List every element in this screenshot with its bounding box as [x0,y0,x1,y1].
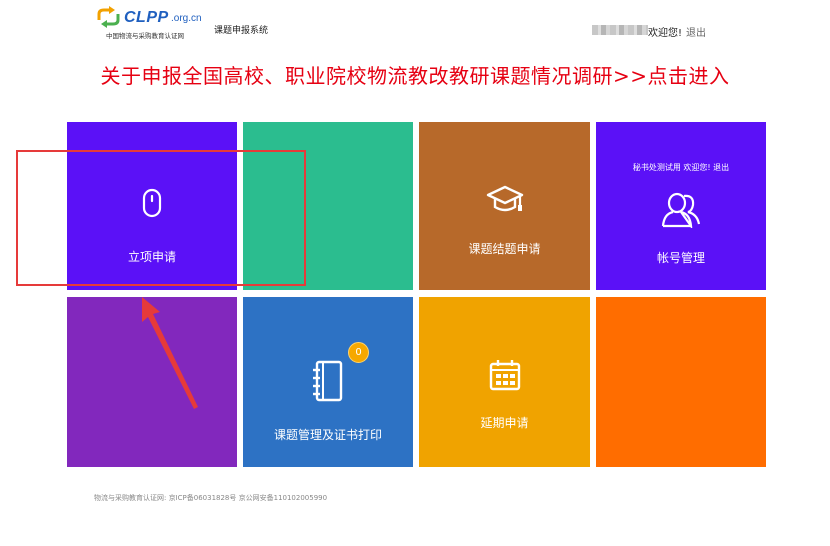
logo-name: CLPP [124,9,169,26]
tile-empty-green[interactable] [243,122,413,290]
tile-label: 课题管理及证书打印 [273,428,382,442]
recycle-arrows-icon [97,6,120,28]
logo-subtitle: 中国物流与采购教育认证网 [106,32,184,40]
notebook-icon [313,360,343,402]
tile-label: 帐号管理 [656,251,705,265]
tile-label: 立项申请 [127,250,176,264]
logout-link[interactable]: 退出 [686,24,706,39]
tile-account-management[interactable]: 秘书处测试用 欢迎您! 退出 帐号管理 [596,122,766,290]
mouse-icon [142,188,162,218]
welcome-text: 欢迎您! [648,28,683,39]
tile-label: 延期申请 [480,416,529,430]
tile-user-info: 秘书处测试用 欢迎您! 退出 [596,162,766,173]
calendar-icon [489,360,520,391]
tile-project-application[interactable]: 立项申请 [67,122,237,290]
logo-domain: .org.cn [171,13,202,24]
tile-logout-link[interactable]: 退出 [713,163,729,172]
notification-badge: 0 [348,342,369,363]
tile-extension-application[interactable]: 延期申请 [419,297,590,467]
tile-conclusion-application[interactable]: 课题结题申请 [419,122,590,290]
graduation-cap-icon [486,185,523,212]
users-icon [661,192,701,228]
survey-announcement-link[interactable]: 关于申报全国高校、职业院校物流教改教研课题情况调研>>点击进入 [0,60,830,89]
tile-empty-purple[interactable] [67,297,237,467]
blurred-username [592,25,648,35]
footer-icp: 物流与采购教育认证网: 京ICP备06031828号 京公网安备11010200… [94,494,328,502]
tile-empty-orange[interactable] [596,297,766,467]
header: CLPP .org.cn 中国物流与采购教育认证网 课题申报系统 欢迎您! 退出 [0,0,830,48]
tile-project-management-certificate-print[interactable]: 0 课题管理及证书打印 [243,297,413,467]
system-name: 课题申报系统 [214,26,269,36]
tile-user-welcome: 秘书处测试用 欢迎您! [632,163,711,172]
tile-label: 课题结题申请 [468,242,541,256]
